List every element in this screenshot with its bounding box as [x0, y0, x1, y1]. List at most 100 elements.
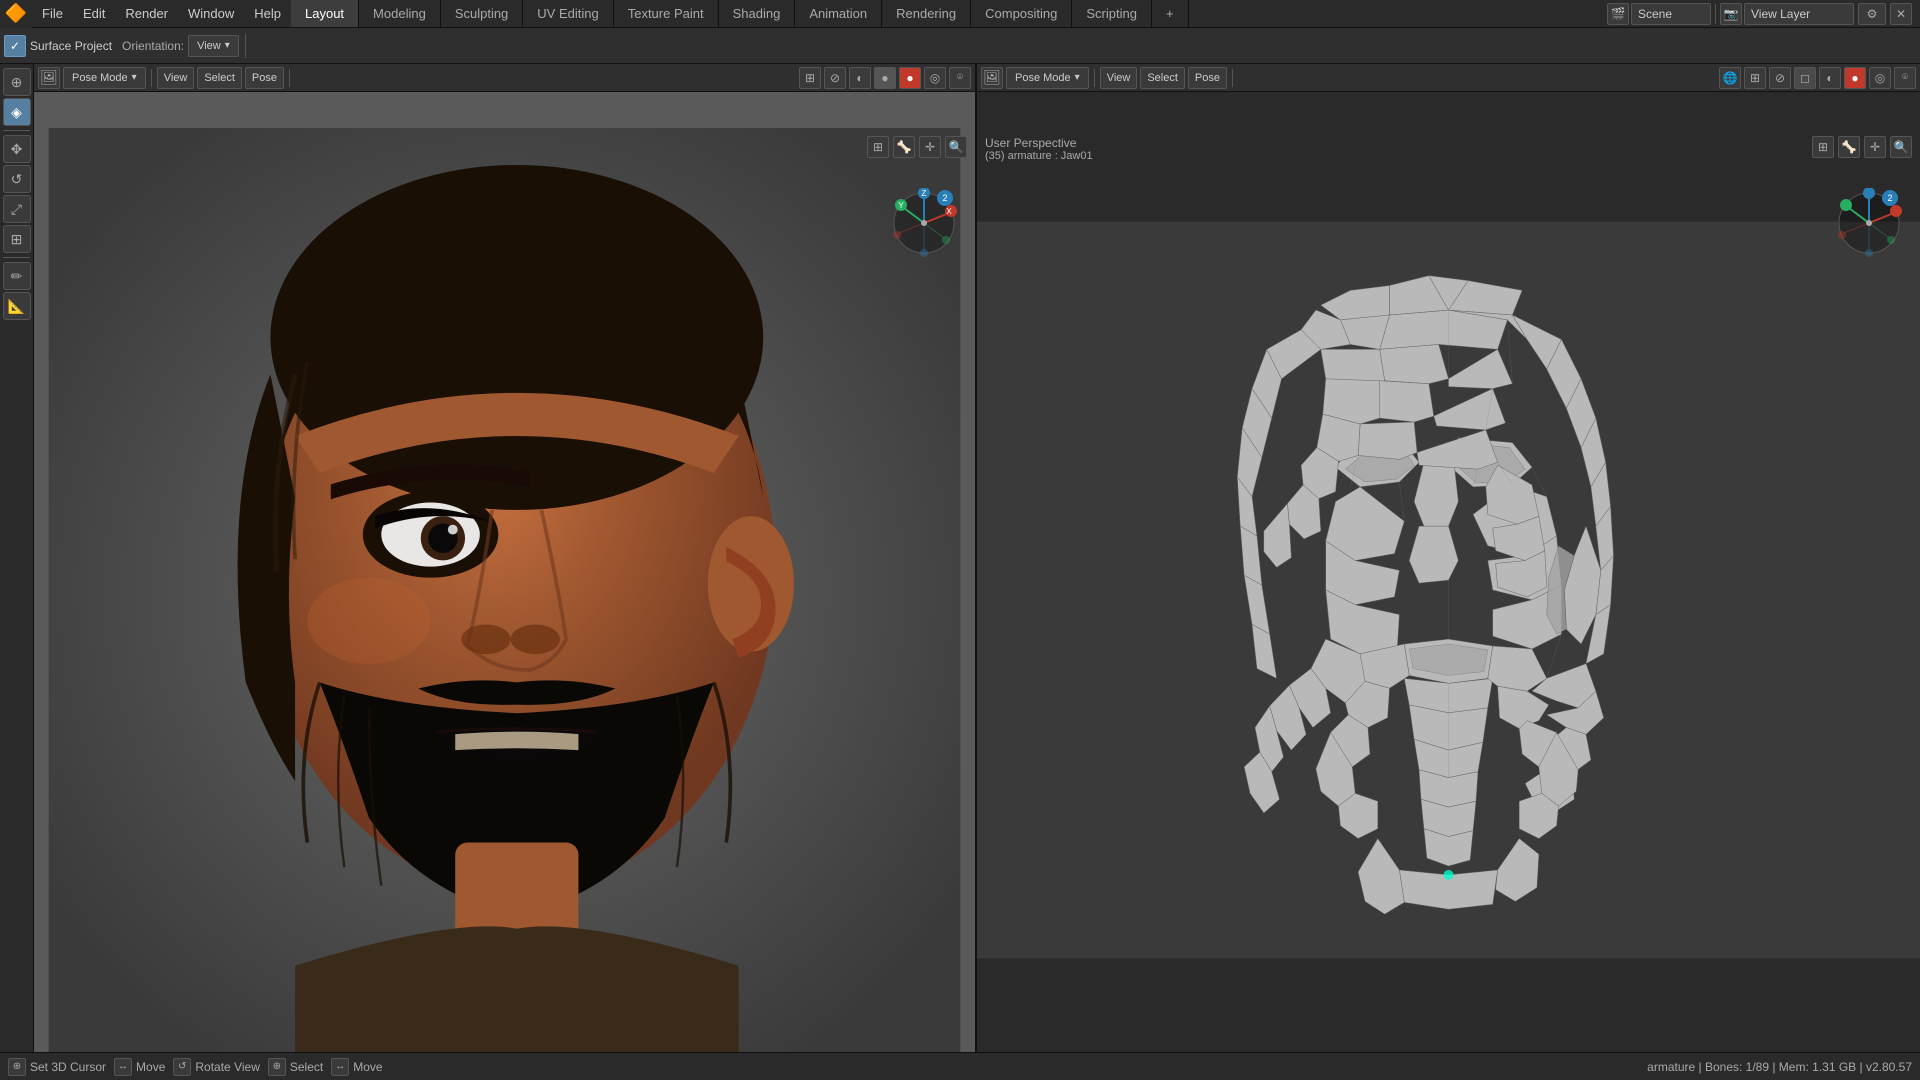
face-render-svg	[34, 128, 975, 1052]
scale-tool-btn[interactable]: ⤢	[3, 195, 31, 223]
vp-left-viewport-shading-2[interactable]: ⊘	[824, 67, 846, 89]
status-bar: ⊕ Set 3D Cursor ↔ Move ↺ Rotate View ⊕ S…	[0, 1052, 1920, 1080]
viewport-left-header: 🖼 Pose Mode View Select Pose ⊞ ⊘ ◐ ● ● ◎…	[34, 64, 975, 92]
settings-icon-btn[interactable]: ⚙	[1858, 3, 1886, 25]
vp-left-viewport-shading-3[interactable]: ◐	[849, 67, 871, 89]
vp-left-bone-icon[interactable]: 🦴	[893, 136, 915, 158]
tab-scripting[interactable]: Scripting	[1072, 0, 1152, 27]
vp-right-pose-btn[interactable]: Pose	[1188, 67, 1227, 89]
cursor-tool-btn[interactable]: ⊕	[3, 68, 31, 96]
svg-text:Y: Y	[898, 201, 904, 210]
status-info-text: armature | Bones: 1/89 | Mem: 1.31 GB | …	[1647, 1060, 1912, 1074]
rendered-face-area: ⊞ 🦴 ✛ 🔍 X Y	[34, 128, 975, 1052]
tab-add[interactable]: +	[1152, 0, 1189, 27]
tab-sculpting[interactable]: Sculpting	[441, 0, 523, 27]
select-status-icon: ⊕	[268, 1058, 286, 1076]
vp-right-type-icon[interactable]: 🖼	[981, 67, 1003, 89]
vp-left-viewport-shading-5[interactable]: ●	[899, 67, 921, 89]
measure-tool-btn[interactable]: 📐	[3, 292, 31, 320]
select-tool-btn[interactable]: ◈	[3, 98, 31, 126]
tool-sep-1	[3, 130, 29, 131]
tab-texture-paint[interactable]: Texture Paint	[614, 0, 719, 27]
vp-right-shading-5[interactable]: ●	[1844, 67, 1866, 89]
surface-project-label: Surface Project	[30, 39, 112, 53]
rotate-tool-btn[interactable]: ↺	[3, 165, 31, 193]
vp-left-cursor-icon[interactable]: ✛	[919, 136, 941, 158]
tab-shading[interactable]: Shading	[719, 0, 796, 27]
vp-left-select-btn[interactable]: Select	[197, 67, 242, 89]
vp-left-type-icon[interactable]: 🖼	[38, 67, 60, 89]
svg-text:Z: Z	[922, 189, 927, 198]
move2-status-icon: ↔	[331, 1058, 349, 1076]
scene-icon-btn[interactable]: 🎬	[1607, 3, 1629, 25]
top-right-section: 🎬 Scene 📷 View Layer ⚙ ✕	[1607, 0, 1920, 27]
vp-left-search-icon[interactable]: 🔍	[945, 136, 967, 158]
blender-logo: 🔶	[0, 0, 32, 28]
vp-right-search-icon[interactable]: 🔍	[1890, 136, 1912, 158]
vp-right-shading-3[interactable]: ◻	[1794, 67, 1816, 89]
menu-items: File Edit Render Window Help	[32, 0, 291, 27]
status-move: ↔ Move	[114, 1058, 165, 1076]
menu-help[interactable]: Help	[244, 0, 291, 27]
vp-right-nav-gizmo[interactable]: 2	[1834, 188, 1904, 258]
vp-right-mode-dropdown[interactable]: Pose Mode	[1006, 67, 1089, 89]
status-cursor: ⊕ Set 3D Cursor	[8, 1058, 106, 1076]
vp-right-cursor-icon[interactable]: ✛	[1864, 136, 1886, 158]
view-layer-name-input[interactable]: View Layer	[1744, 3, 1854, 25]
vp-right-bone-icon[interactable]: 🦴	[1838, 136, 1860, 158]
viewport-right-header: 🖼 Pose Mode View Select Pose 🌐 ⊞ ⊘ ◻ ◐ ●…	[977, 64, 1920, 92]
tab-modeling[interactable]: Modeling	[359, 0, 441, 27]
surface-project-checkbox[interactable]: ✓	[4, 35, 26, 57]
vp-right-overlay[interactable]: ◎	[1869, 67, 1891, 89]
vp-left-overlay-icon[interactable]: ◎	[924, 67, 946, 89]
tab-compositing[interactable]: Compositing	[971, 0, 1072, 27]
main-toolbar: ✓ Surface Project Orientation: View	[0, 28, 1920, 64]
workspace-tabs: Layout Modeling Sculpting UV Editing Tex…	[291, 0, 1607, 27]
vp-right-view-btn[interactable]: View	[1100, 67, 1138, 89]
vp-left-viewport-shading-1[interactable]: ⊞	[799, 67, 821, 89]
scene-controls: 🎬 Scene	[1607, 3, 1711, 25]
status-move-2: ↔ Move	[331, 1058, 382, 1076]
vp-left-view-btn[interactable]: View	[157, 67, 195, 89]
vp-left-nav-gizmo[interactable]: X Y Z	[889, 188, 959, 258]
close-icon-btn[interactable]: ✕	[1890, 3, 1912, 25]
annotate-tool-btn[interactable]: ✏	[3, 262, 31, 290]
status-rotate-view: ↺ Rotate View	[173, 1058, 259, 1076]
vp-right-shading-4[interactable]: ◐	[1819, 67, 1841, 89]
vp-right-global-icon[interactable]: 🌐	[1719, 67, 1741, 89]
transform-tool-btn[interactable]: ⊞	[3, 225, 31, 253]
vp-right-pie[interactable]: ⌾	[1894, 67, 1916, 89]
vp-left-mode-dropdown[interactable]: Pose Mode	[63, 67, 146, 89]
tab-uv-editing[interactable]: UV Editing	[523, 0, 613, 27]
scene-name-input[interactable]: Scene	[1631, 3, 1711, 25]
left-sidebar-tools: ⊕ ◈ ✥ ↺ ⤢ ⊞ ✏ 📐	[0, 64, 34, 1052]
tab-layout[interactable]: Layout	[291, 0, 359, 27]
menu-render[interactable]: Render	[115, 0, 178, 27]
viewport-right[interactable]: 🖼 Pose Mode View Select Pose 🌐 ⊞ ⊘ ◻ ◐ ●…	[977, 64, 1920, 1052]
rotate-view-status-icon: ↺	[173, 1058, 191, 1076]
menu-file[interactable]: File	[32, 0, 73, 27]
move-tool-btn[interactable]: ✥	[3, 135, 31, 163]
cursor-status-icon: ⊕	[8, 1058, 26, 1076]
vp-left-viewport-shading-4[interactable]: ●	[874, 67, 896, 89]
tab-rendering[interactable]: Rendering	[882, 0, 971, 27]
viewport-left[interactable]: 🖼 Pose Mode View Select Pose ⊞ ⊘ ◐ ● ● ◎…	[34, 64, 977, 1052]
vp-right-shading-1[interactable]: ⊞	[1744, 67, 1766, 89]
svg-text:2: 2	[942, 193, 947, 203]
vp-left-pie-icon[interactable]: ⌾	[949, 67, 971, 89]
menu-window[interactable]: Window	[178, 0, 244, 27]
vp-left-grid-icon[interactable]: ⊞	[867, 136, 889, 158]
main-content: 🖼 Pose Mode View Select Pose ⊞ ⊘ ◐ ● ● ◎…	[34, 64, 1920, 1052]
vp-right-select-btn[interactable]: Select	[1140, 67, 1185, 89]
move2-status-label: Move	[353, 1060, 382, 1074]
wireframe-face-area: User Perspective (35) armature : Jaw01 .…	[977, 128, 1920, 1052]
orientation-dropdown[interactable]: View	[188, 35, 239, 57]
vp-left-pose-btn[interactable]: Pose	[245, 67, 284, 89]
status-select: ⊕ Select	[268, 1058, 323, 1076]
view-layer-icon-btn[interactable]: 📷	[1720, 3, 1742, 25]
menu-edit[interactable]: Edit	[73, 0, 115, 27]
vp-right-grid-icon[interactable]: ⊞	[1812, 136, 1834, 158]
tab-animation[interactable]: Animation	[795, 0, 882, 27]
vp-right-shading-2[interactable]: ⊘	[1769, 67, 1791, 89]
cursor-status-label: Set 3D Cursor	[30, 1060, 106, 1074]
